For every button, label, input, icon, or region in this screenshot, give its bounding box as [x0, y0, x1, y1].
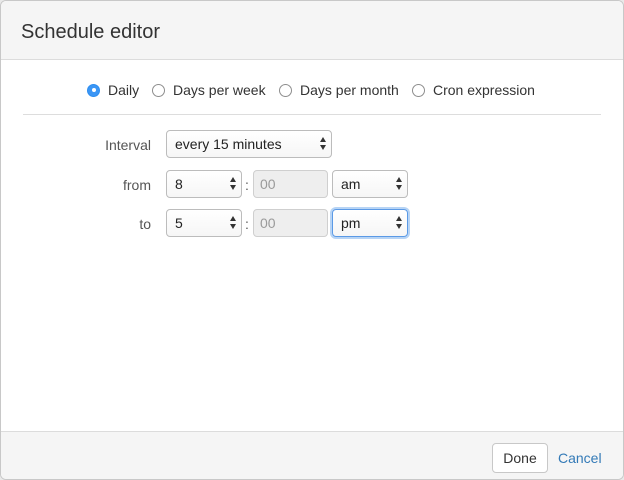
to-ampm-select[interactable]: pm [332, 209, 408, 237]
schedule-editor-dialog: Schedule editor Daily Days per week Days… [0, 0, 624, 480]
from-hour-value: 8 [175, 176, 183, 192]
radio-unchecked-icon [412, 83, 425, 97]
cancel-link[interactable]: Cancel [558, 450, 602, 466]
radio-days-per-month[interactable]: Days per month [279, 82, 399, 98]
schedule-type-radio-group: Daily Days per week Days per month Cron … [1, 80, 623, 100]
select-arrows-icon [320, 137, 327, 151]
radio-daily[interactable]: Daily [87, 82, 139, 98]
from-label: from [123, 177, 151, 193]
from-ampm-value: am [341, 176, 361, 192]
interval-select[interactable]: every 15 minutes [166, 130, 332, 158]
radio-daily-label: Daily [108, 82, 140, 98]
dialog-header: Schedule editor [1, 1, 623, 60]
radio-days-per-month-label: Days per month [300, 82, 399, 98]
radio-cron-expression[interactable]: Cron expression [412, 82, 535, 98]
select-arrows-icon [396, 177, 403, 191]
to-hour-select[interactable]: 5 [166, 209, 242, 237]
select-arrows-icon [230, 216, 237, 230]
radio-unchecked-icon [152, 83, 165, 97]
radio-unchecked-icon [279, 83, 292, 97]
dialog-title: Schedule editor [21, 21, 160, 43]
from-hour-select[interactable]: 8 [166, 170, 242, 198]
to-colon: : [245, 216, 249, 232]
to-minutes-input[interactable]: 00 [253, 209, 328, 237]
from-colon: : [245, 177, 249, 193]
to-label: to [139, 216, 151, 232]
radio-cron-expression-label: Cron expression [433, 82, 535, 98]
radio-days-per-week[interactable]: Days per week [152, 82, 266, 98]
radio-checked-icon [87, 83, 100, 97]
from-minutes-input[interactable]: 00 [253, 170, 328, 198]
interval-select-value: every 15 minutes [175, 136, 282, 152]
select-arrows-icon [230, 177, 237, 191]
interval-label: Interval [105, 137, 151, 153]
to-hour-value: 5 [175, 215, 183, 231]
done-button[interactable]: Done [492, 443, 548, 473]
select-arrows-icon [396, 216, 403, 230]
divider [23, 114, 601, 115]
dialog-footer: Done Cancel [1, 431, 623, 479]
from-ampm-select[interactable]: am [332, 170, 408, 198]
to-ampm-value: pm [341, 215, 361, 231]
dialog-body: Daily Days per week Days per month Cron … [1, 60, 623, 431]
radio-days-per-week-label: Days per week [173, 82, 266, 98]
